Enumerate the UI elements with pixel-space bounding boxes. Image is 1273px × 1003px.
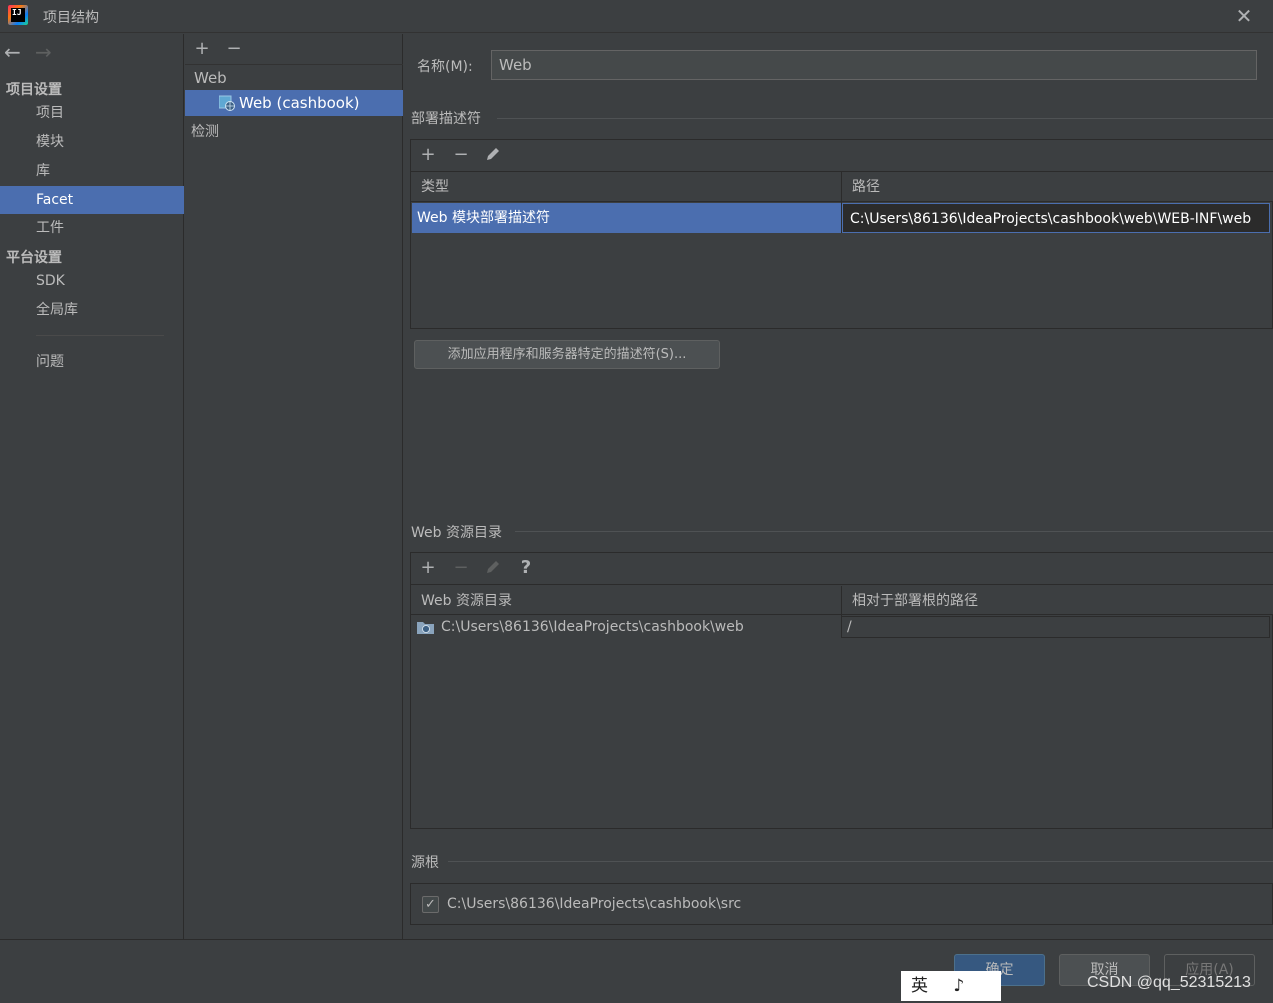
remove-facet-icon[interactable]: − <box>224 39 244 59</box>
toolbar-divider <box>185 64 403 65</box>
add-facet-icon[interactable]: + <box>192 39 212 59</box>
section-separator <box>515 531 1273 532</box>
nav-item-facets[interactable]: Facet <box>0 186 184 214</box>
source-root-path: C:\Users\86136\IdeaProjects\cashbook\src <box>447 896 742 912</box>
watermark-text: CSDN @qq_52315213 <box>1087 974 1251 991</box>
column-header-web-resource-dir[interactable]: Web 资源目录 <box>411 586 841 616</box>
intellij-logo-icon: IJ <box>8 5 28 25</box>
add-resource-dir-icon[interactable]: + <box>418 558 438 578</box>
close-icon[interactable]: ✕ <box>1232 4 1256 28</box>
web-resource-toolbar <box>411 553 1273 585</box>
web-facet-icon <box>218 95 235 111</box>
web-folder-icon <box>417 620 434 634</box>
forward-arrow-icon[interactable]: → <box>35 42 52 62</box>
nav-section-platform-settings: 平台设置 <box>6 250 62 266</box>
remove-descriptor-icon[interactable]: − <box>451 145 471 165</box>
nav-item-sdks[interactable]: SDK <box>0 267 184 295</box>
tree-node-web[interactable]: Web <box>194 69 227 87</box>
nav-item-libraries[interactable]: 库 <box>0 157 184 185</box>
name-input[interactable]: Web <box>491 50 1257 80</box>
column-header-relative-path[interactable]: 相对于部署根的路径 <box>842 586 1273 616</box>
deployment-descriptors-title: 部署描述符 <box>411 111 481 127</box>
nav-item-modules[interactable]: 模块 <box>0 128 184 156</box>
help-icon[interactable]: ? <box>516 558 536 578</box>
web-resource-dirs-title: Web 资源目录 <box>411 525 502 541</box>
tree-node-web-cashbook[interactable]: Web (cashbook) <box>185 90 403 116</box>
back-arrow-icon[interactable]: ← <box>4 42 21 62</box>
footer-divider <box>0 939 1273 940</box>
source-roots-title: 源根 <box>411 855 439 871</box>
add-server-descriptor-button[interactable]: 添加应用程序和服务器特定的描述符(S)... <box>414 340 720 369</box>
add-descriptor-icon[interactable]: + <box>418 145 438 165</box>
nav-item-artifacts[interactable]: 工件 <box>0 214 184 242</box>
column-header-type[interactable]: 类型 <box>411 172 841 202</box>
nav-item-problems[interactable]: 问题 <box>0 348 184 376</box>
name-label: 名称(M): <box>417 59 473 75</box>
title-bar <box>0 0 1273 33</box>
remove-resource-dir-icon[interactable]: − <box>451 558 471 578</box>
nav-divider <box>36 335 164 336</box>
resource-dir-path[interactable]: C:\Users\86136\IdeaProjects\cashbook\web <box>441 615 839 639</box>
nav-section-project-settings: 项目设置 <box>6 82 62 98</box>
column-header-path[interactable]: 路径 <box>842 172 1273 202</box>
ime-status-bar[interactable]: 英 ♪ 仏 <box>901 971 1001 1001</box>
nav-item-project[interactable]: 项目 <box>0 99 184 127</box>
tree-node-detection[interactable]: 检测 <box>191 121 219 141</box>
section-separator <box>497 118 1273 119</box>
resource-relative-path[interactable]: / <box>847 615 1267 639</box>
descriptor-row-type[interactable]: Web 模块部署描述符 <box>412 203 841 233</box>
facet-tree-panel <box>185 34 403 939</box>
section-separator <box>448 861 1273 862</box>
edit-descriptor-icon[interactable] <box>483 145 503 165</box>
edit-resource-dir-icon[interactable] <box>483 558 503 578</box>
deployment-toolbar <box>411 140 1273 172</box>
source-root-checkbox[interactable]: ✓ <box>422 896 439 913</box>
nav-item-global-libraries[interactable]: 全局库 <box>0 296 184 324</box>
window-title: 项目结构 <box>43 10 99 26</box>
descriptor-row-path[interactable]: C:\Users\86136\IdeaProjects\cashbook\web… <box>842 203 1270 233</box>
